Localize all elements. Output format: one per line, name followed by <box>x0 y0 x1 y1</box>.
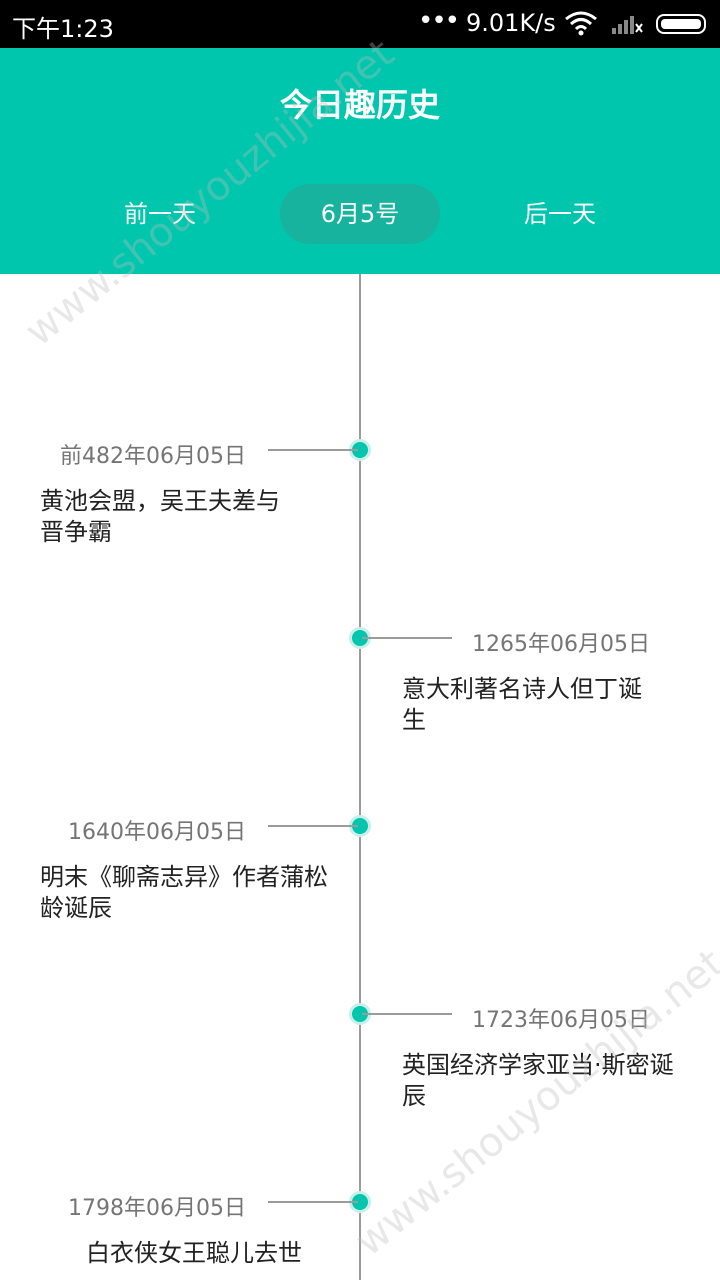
next-day-button[interactable]: 后一天 <box>480 184 640 244</box>
signal-icon <box>612 16 643 34</box>
status-time: 下午1:23 <box>12 15 114 43</box>
timeline-connector <box>362 637 452 639</box>
event-date: 前482年06月05日 <box>60 444 246 469</box>
event-text[interactable]: 意大利著名诗人但丁诞生 <box>402 674 662 736</box>
network-speed: 9.01K/s <box>466 9 556 37</box>
timeline-connector <box>268 1201 358 1203</box>
event-text[interactable]: 明末《聊斋志异》作者蒲松龄诞辰 <box>40 862 330 924</box>
battery-icon <box>656 14 706 34</box>
header: 今日趣历史 前一天 6月5号 后一天 <box>0 48 720 274</box>
more-dots-icon: ••• <box>418 6 460 36</box>
wifi-icon <box>565 11 597 36</box>
prev-day-button[interactable]: 前一天 <box>80 184 240 244</box>
timeline-connector <box>268 449 358 451</box>
timeline-line <box>359 274 361 1280</box>
timeline-connector <box>268 825 358 827</box>
event-text[interactable]: 黄池会盟，吴王夫差与晋争霸 <box>40 486 300 548</box>
event-date: 1798年06月05日 <box>68 1196 246 1221</box>
status-bar: 下午1:23 ••• 9.01K/s <box>0 0 720 48</box>
event-text[interactable]: 白衣侠女王聪儿去世 <box>86 1238 336 1269</box>
event-date: 1265年06月05日 <box>472 632 650 657</box>
event-text[interactable]: 英国经济学家亚当·斯密诞辰 <box>402 1050 677 1112</box>
timeline-connector <box>362 1013 452 1015</box>
event-date: 1640年06月05日 <box>68 820 246 845</box>
current-date-button[interactable]: 6月5号 <box>280 184 440 244</box>
page-title: 今日趣历史 <box>279 86 440 124</box>
event-date: 1723年06月05日 <box>472 1008 650 1033</box>
